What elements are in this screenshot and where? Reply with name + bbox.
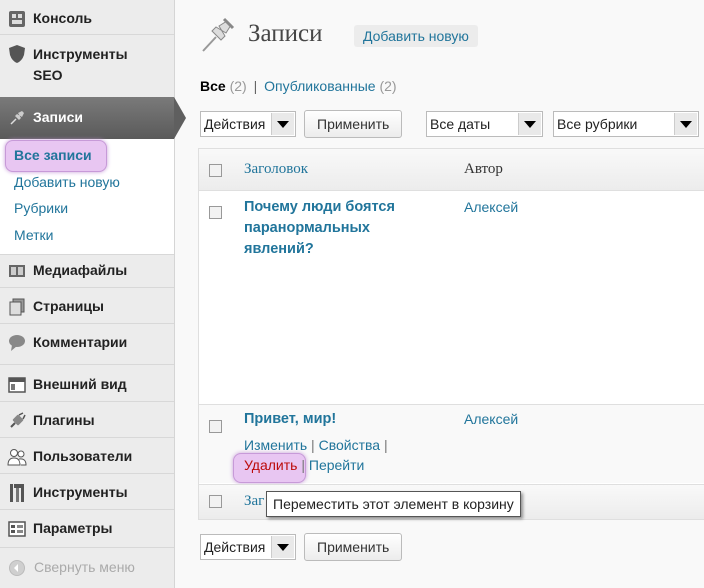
row-checkbox[interactable]: [209, 420, 222, 433]
status-filters: Все (2) | Опубликованные (2): [200, 78, 397, 94]
post-title-link[interactable]: паранормальных: [244, 218, 370, 239]
admin-sidebar: Консоль Инструменты SEO Записи Все запис…: [0, 0, 186, 588]
menu-plugins[interactable]: Плагины: [0, 410, 174, 434]
dashboard-icon: [7, 9, 27, 29]
divider: [0, 323, 174, 324]
plugin-icon: [7, 411, 27, 431]
menu-users[interactable]: Пользователи: [0, 446, 174, 470]
menu-label: Плагины: [33, 412, 95, 428]
posts-submenu: Все записи Добавить новую Рубрики Метки: [0, 139, 174, 254]
menu-label: Записи: [33, 109, 84, 125]
divider: [0, 547, 174, 548]
column-title-header[interactable]: Заголовок: [244, 161, 308, 178]
shield-icon: [7, 44, 27, 64]
post-author-link[interactable]: Алексей: [464, 199, 518, 215]
bulk-actions-select-bottom[interactable]: Действия: [200, 534, 296, 560]
menu-dashboard[interactable]: Консоль: [0, 8, 174, 32]
bulk-actions-select[interactable]: Действия: [200, 111, 296, 137]
submenu-tags[interactable]: Метки: [14, 227, 54, 243]
column-author-header: Автор: [464, 161, 503, 177]
menu-appearance[interactable]: Внешний вид: [0, 374, 174, 398]
filter-all-count: (2): [229, 78, 247, 94]
apply-button[interactable]: Применить: [304, 110, 403, 138]
posts-table: Заголовок Автор Почему люди боятся паран…: [198, 148, 704, 520]
dropdown-arrow-icon: [674, 113, 697, 135]
submenu-add-new[interactable]: Добавить новую: [14, 174, 120, 190]
edit-link[interactable]: Изменить: [244, 437, 307, 453]
appearance-icon: [7, 375, 27, 395]
pushpin-icon: [7, 108, 27, 128]
page-title: Записи: [248, 20, 323, 47]
divider: [0, 364, 174, 365]
media-icon: [7, 261, 27, 281]
menu-comments[interactable]: Комментарии: [0, 332, 174, 356]
collapse-arrow-icon: [9, 560, 25, 576]
select-all-checkbox-footer[interactable]: [209, 495, 222, 508]
divider: [0, 437, 174, 438]
post-author-link[interactable]: Алексей: [464, 411, 518, 427]
menu-label: Страницы: [33, 298, 104, 314]
menu-label: Параметры: [33, 520, 113, 536]
row-checkbox[interactable]: [209, 206, 222, 219]
menu-label: Внешний вид: [33, 376, 127, 392]
apply-button-bottom[interactable]: Применить: [304, 533, 403, 561]
filter-published-count: (2): [379, 78, 397, 94]
users-icon: [7, 447, 27, 467]
row-actions: Удалить | Перейти: [244, 457, 365, 473]
trash-tooltip: Переместить этот элемент в корзину: [266, 491, 521, 517]
menu-label: SEO: [33, 67, 63, 83]
submenu-all-posts[interactable]: Все записи: [14, 147, 92, 163]
date-filter-select[interactable]: Все даты: [426, 111, 543, 137]
table-row: Привет, мир! Алексей Изменить | Свойства…: [199, 405, 704, 483]
date-filter-value: Все даты: [430, 116, 491, 132]
filter-all[interactable]: Все: [200, 78, 226, 94]
column-title-footer[interactable]: Заг: [244, 493, 264, 510]
trash-link[interactable]: Удалить: [244, 457, 297, 473]
comment-icon: [7, 333, 27, 353]
divider: [0, 473, 174, 474]
menu-settings[interactable]: Параметры: [0, 518, 174, 542]
divider: [0, 254, 174, 255]
dropdown-arrow-icon: [271, 113, 294, 135]
add-new-button[interactable]: Добавить новую: [354, 25, 478, 47]
divider: [0, 401, 174, 402]
row-actions: Изменить | Свойства |: [244, 437, 388, 453]
filter-separator: |: [253, 78, 258, 94]
view-link[interactable]: Перейти: [309, 457, 364, 473]
table-row: Почему люди боятся паранормальных явлени…: [199, 191, 704, 403]
quick-edit-link[interactable]: Свойства: [319, 437, 380, 453]
menu-seo-tools[interactable]: Инструменты SEO: [0, 42, 174, 86]
divider: [0, 509, 174, 510]
category-filter-value: Все рубрики: [557, 116, 638, 132]
menu-label: Медиафайлы: [33, 262, 128, 278]
menu-label: Инструменты: [33, 484, 128, 500]
dropdown-arrow-icon: [518, 113, 541, 135]
settings-icon: [7, 519, 27, 539]
divider: [0, 34, 174, 35]
posts-page-icon: [200, 14, 238, 54]
menu-label: Пользователи: [33, 448, 133, 464]
post-title-link[interactable]: Почему люди боятся: [244, 197, 395, 218]
post-title-link[interactable]: явлений?: [244, 239, 314, 260]
collapse-menu-button[interactable]: Свернуть меню: [0, 552, 174, 582]
menu-label: Консоль: [33, 10, 93, 26]
divider: [0, 287, 174, 288]
filter-published[interactable]: Опубликованные: [264, 78, 375, 94]
collapse-menu-label: Свернуть меню: [34, 559, 135, 575]
menu-pages[interactable]: Страницы: [0, 296, 174, 320]
pages-icon: [7, 297, 27, 317]
submenu-categories[interactable]: Рубрики: [14, 200, 68, 216]
bulk-actions-value: Действия: [204, 116, 266, 132]
category-filter-select[interactable]: Все рубрики: [553, 111, 699, 137]
menu-label: Инструменты: [33, 46, 128, 62]
dropdown-arrow-icon: [271, 536, 294, 558]
post-title-link[interactable]: Привет, мир!: [244, 409, 336, 430]
bulk-actions-value: Действия: [204, 539, 266, 555]
menu-posts[interactable]: Записи: [0, 97, 186, 139]
select-all-checkbox[interactable]: [209, 164, 222, 177]
menu-tools[interactable]: Инструменты: [0, 482, 174, 506]
menu-media[interactable]: Медиафайлы: [0, 260, 174, 284]
tools-icon: [7, 483, 27, 503]
menu-label: Комментарии: [33, 334, 128, 350]
